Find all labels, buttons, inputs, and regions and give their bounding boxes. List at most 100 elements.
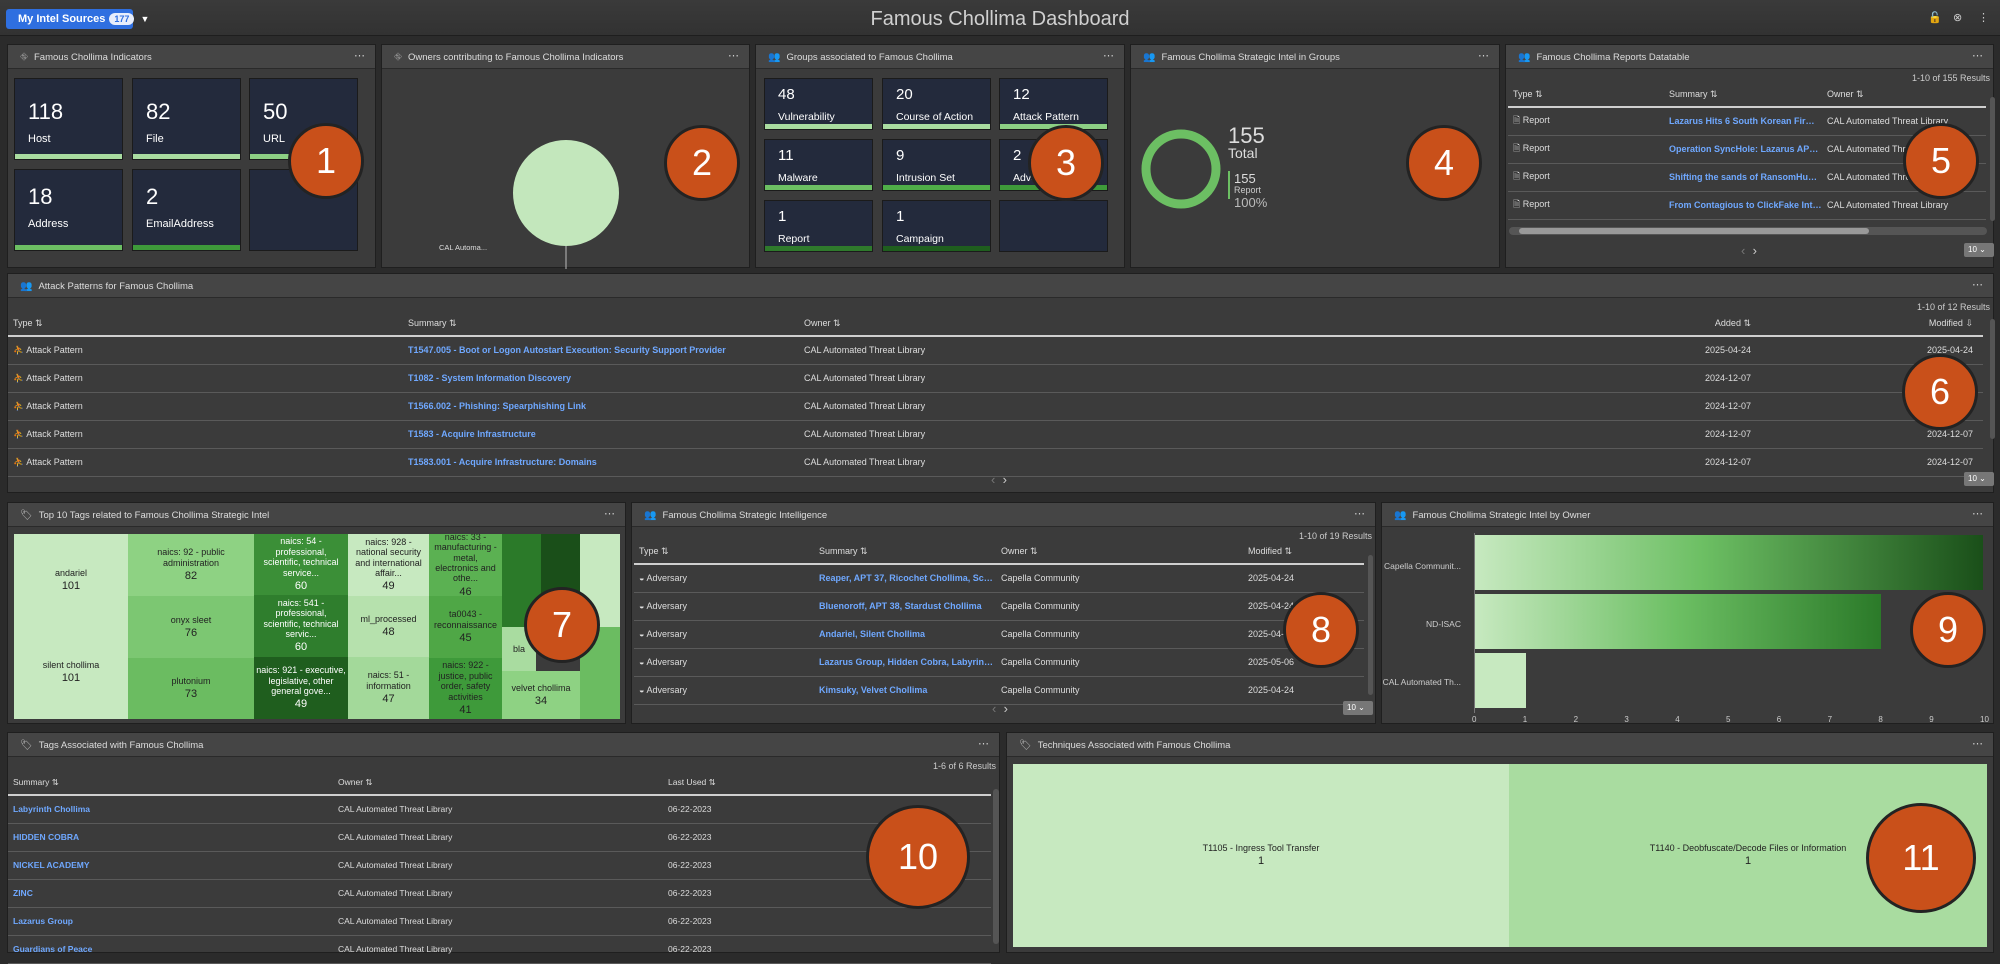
report-link[interactable]: From Contagious to ClickFake Interv...: [1664, 191, 1822, 220]
column-header-modified[interactable]: Modified ⇩: [1759, 312, 1983, 337]
table-row[interactable]: ◒ Adversary Bluenoroff, APT 38, Stardust …: [634, 592, 1364, 621]
adversary-link[interactable]: Andariel, Silent Chollima: [814, 620, 996, 649]
treemap-cell[interactable]: ml_processed 48: [348, 596, 429, 657]
tile-email-address[interactable]: 2 EmailAddress: [132, 169, 241, 251]
table-row[interactable]: ⛹ Attack Pattern T1547.005 - Boot or Logo…: [8, 336, 1983, 365]
scrollbar-thumb[interactable]: [1519, 228, 1869, 234]
column-header-added[interactable]: Added ⇅: [1371, 312, 1759, 337]
report-link[interactable]: Shifting the sands of RansomHub's ...: [1664, 163, 1822, 192]
column-header-owner[interactable]: Owner ⇅: [799, 312, 1371, 337]
vertical-scrollbar[interactable]: [1990, 319, 1995, 439]
pie-slice[interactable]: [513, 140, 619, 246]
attack-pattern-link[interactable]: T1566.002 - Phishing: Spearphishing Link: [403, 392, 799, 421]
page-size-select[interactable]: 10 ⌄: [1964, 472, 1994, 486]
treemap-cell[interactable]: naics: 92 - public administration 82: [128, 534, 254, 596]
table-row[interactable]: ⛹ Attack Pattern T1566.002 - Phishing: Sp…: [8, 392, 1983, 421]
more-icon[interactable]: ⋯: [354, 49, 365, 62]
bar-cal-automated[interactable]: [1475, 653, 1526, 708]
next-page-icon[interactable]: ›: [1004, 701, 1008, 716]
table-row[interactable]: ⛹ Attack Pattern T1583 - Acquire Infrastr…: [8, 420, 1983, 449]
column-header-modified[interactable]: Modified ⇅: [1243, 540, 1364, 565]
vertical-scrollbar[interactable]: [1368, 555, 1373, 695]
donut-ring[interactable]: [1141, 129, 1221, 209]
table-row[interactable]: Labyrinth Chollima CAL Automated Threat L…: [8, 795, 991, 824]
tag-link[interactable]: HIDDEN COBRA: [8, 823, 333, 852]
column-header-owner[interactable]: Owner ⇅: [996, 540, 1243, 565]
vertical-scrollbar[interactable]: [1990, 97, 1995, 221]
tag-link[interactable]: ZINC: [8, 879, 333, 908]
page-size-select[interactable]: 10 ⌄: [1964, 243, 1994, 257]
treemap-cell[interactable]: T1105 - Ingress Tool Transfer 1: [1013, 764, 1509, 947]
page-size-select[interactable]: 10 ⌄: [1343, 701, 1373, 715]
bar-nd-isac[interactable]: [1475, 594, 1882, 649]
treemap-cell[interactable]: onyx sleet 76: [128, 596, 254, 658]
attack-pattern-link[interactable]: T1583 - Acquire Infrastructure: [403, 420, 799, 449]
report-link[interactable]: Lazarus Hits 6 South Korean Firms v...: [1664, 107, 1822, 136]
table-row[interactable]: NICKEL ACADEMY CAL Automated Threat Libra…: [8, 851, 991, 880]
tile-report[interactable]: 1 Report: [764, 200, 873, 252]
column-header-summary[interactable]: Summary ⇅: [1664, 83, 1822, 108]
next-page-icon[interactable]: ›: [1003, 472, 1007, 487]
bar-capella-community[interactable]: [1475, 535, 1983, 590]
column-header-summary[interactable]: Summary ⇅: [403, 312, 799, 337]
more-icon[interactable]: ⋯: [1972, 49, 1983, 62]
tag-link[interactable]: NICKEL ACADEMY: [8, 851, 333, 880]
attack-pattern-link[interactable]: T1583.001 - Acquire Infrastructure: Doma…: [403, 448, 799, 477]
vertical-scrollbar[interactable]: [993, 789, 999, 944]
table-row[interactable]: ⛹ Attack Pattern T1082 - System Informati…: [8, 364, 1983, 393]
column-header-type[interactable]: Type ⇅: [8, 312, 403, 337]
treemap-cell[interactable]: velvet chollima 34: [502, 671, 580, 719]
tag-link[interactable]: Labyrinth Chollima: [8, 795, 333, 824]
tile-attack-pattern[interactable]: 12 Attack Pattern: [999, 78, 1108, 130]
tile-intrusion-set[interactable]: 9 Intrusion Set: [882, 139, 991, 191]
treemap-cell[interactable]: naics: 921 - executive, legislative, oth…: [254, 657, 348, 719]
tile-vulnerability[interactable]: 48 Vulnerability: [764, 78, 873, 130]
table-row[interactable]: 🗎 Report Lazarus Hits 6 South Korean Firm…: [1508, 107, 1986, 136]
table-row[interactable]: 🗎 Report From Contagious to ClickFake Int…: [1508, 191, 1986, 220]
more-icon[interactable]: ⋯: [1972, 737, 1983, 750]
treemap-cell[interactable]: naics: 51 - information 47: [348, 657, 429, 719]
adversary-link[interactable]: Reaper, APT 37, Ricochet Chollima, ScarC…: [814, 564, 996, 593]
column-header-owner[interactable]: Owner ⇅: [1822, 83, 1986, 108]
more-icon[interactable]: ⋯: [1972, 278, 1983, 291]
column-header-last-used[interactable]: Last Used ⇅: [663, 771, 991, 796]
tile-file[interactable]: 82 File: [132, 78, 241, 160]
treemap-cell[interactable]: naics: 922 - justice, public order, safe…: [429, 658, 502, 719]
table-row[interactable]: ◒ Adversary Lazarus Group, Hidden Cobra, …: [634, 648, 1364, 677]
treemap-cell[interactable]: plutonium 73: [128, 658, 254, 719]
column-header-type[interactable]: Type ⇅: [1508, 83, 1664, 108]
treemap-cell[interactable]: silent chollima 101: [14, 626, 128, 719]
column-header-type[interactable]: Type ⇅: [634, 540, 814, 565]
treemap-cell[interactable]: andariel 101: [14, 534, 128, 626]
tile-campaign[interactable]: 1 Campaign: [882, 200, 991, 252]
table-row[interactable]: Lazarus Group CAL Automated Threat Librar…: [8, 907, 991, 936]
table-row[interactable]: ZINC CAL Automated Threat Library 06-22-20…: [8, 879, 991, 908]
adversary-link[interactable]: Lazarus Group, Hidden Cobra, Labyrinth C…: [814, 648, 996, 677]
more-vertical-icon[interactable]: ⋮: [1978, 11, 1989, 24]
table-row[interactable]: ◒ Adversary Kimsuky, Velvet Chollima Capel…: [634, 676, 1364, 705]
attack-pattern-link[interactable]: T1547.005 - Boot or Logon Autostart Exec…: [403, 336, 799, 365]
table-row[interactable]: ◒ Adversary Andariel, Silent Chollima Cape…: [634, 620, 1364, 649]
tile-course-of-action[interactable]: 20 Course of Action: [882, 78, 991, 130]
report-link[interactable]: Operation SyncHole: Lazarus APT g...: [1664, 135, 1822, 164]
treemap-cell[interactable]: naics: 33 - manufacturing - metal, elect…: [429, 534, 502, 596]
column-header-summary[interactable]: Summary ⇅: [814, 540, 996, 565]
treemap-cell[interactable]: naics: 928 - national security and inter…: [348, 534, 429, 596]
tile-address[interactable]: 18 Address: [14, 169, 123, 251]
more-icon[interactable]: ⋯: [978, 737, 989, 750]
adversary-link[interactable]: Kimsuky, Velvet Chollima: [814, 676, 996, 705]
more-icon[interactable]: ⋯: [604, 507, 615, 520]
treemap-cell[interactable]: ta0043 - reconnaissance 45: [429, 596, 502, 658]
column-header-summary[interactable]: Summary ⇅: [8, 771, 333, 796]
more-icon[interactable]: ⋯: [1103, 49, 1114, 62]
attack-pattern-link[interactable]: T1082 - System Information Discovery: [403, 364, 799, 393]
treemap-cell[interactable]: naics: 541 - professional, scientific, t…: [254, 595, 348, 657]
treemap-cell[interactable]: naics: 54 - professional, scientific, te…: [254, 534, 348, 595]
adversary-link[interactable]: Bluenoroff, APT 38, Stardust Chollima: [814, 592, 996, 621]
prev-page-icon[interactable]: ‹: [1741, 243, 1745, 258]
more-icon[interactable]: ⋯: [1478, 49, 1489, 62]
more-icon[interactable]: ⋯: [728, 49, 739, 62]
tile-host[interactable]: 118 Host: [14, 78, 123, 160]
horizontal-scrollbar[interactable]: [1509, 227, 1987, 235]
tile-malware[interactable]: 11 Malware: [764, 139, 873, 191]
